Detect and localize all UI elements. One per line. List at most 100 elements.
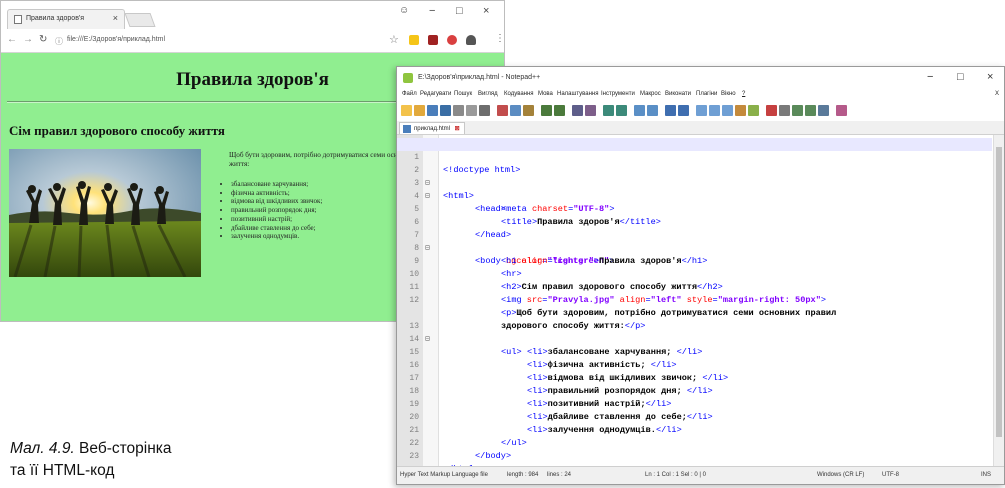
new-tab-button[interactable]: [124, 13, 156, 27]
code-line: 4 <meta charset="UTF-8">: [414, 192, 615, 214]
udl-icon[interactable]: [709, 105, 720, 116]
status-encoding: UTF-8: [882, 472, 899, 478]
code-line: 13 ⊟ <ul>: [409, 322, 522, 357]
vertical-scrollbar[interactable]: [993, 135, 1004, 468]
user-icon[interactable]: ☺: [399, 5, 409, 16]
status-lines: lines : 24: [547, 472, 572, 478]
browser-tab-title: Правила здоров'я: [26, 15, 85, 22]
extension-icon[interactable]: [409, 35, 419, 45]
code-line: 19 <li>дбайливе ставлення до себе;</li>: [409, 400, 713, 422]
code-editor[interactable]: 1 <!doctype html> 2 ⊟ <html> 3 ⊟ <head> …: [397, 135, 1004, 474]
maximize-button[interactable]: □: [456, 5, 463, 17]
undo-icon[interactable]: [541, 105, 552, 116]
menu-plugins[interactable]: Плагіни: [696, 91, 717, 97]
sync-horizontal-icon[interactable]: [647, 105, 658, 116]
zoom-out-icon[interactable]: [616, 105, 627, 116]
stop-macro-icon[interactable]: [779, 105, 790, 116]
code-line: 23 </html>: [409, 452, 479, 474]
forward-icon[interactable]: →: [23, 34, 33, 45]
status-eol: Windows (CR LF): [817, 472, 865, 478]
save-icon[interactable]: [427, 105, 438, 116]
caption-text: та її HTML-код: [10, 462, 115, 479]
code-line: 18 <li>позитивний настрій;</li>: [409, 387, 672, 409]
find-icon[interactable]: [572, 105, 583, 116]
play-macro-icon[interactable]: [792, 105, 803, 116]
menu-help[interactable]: ?: [742, 91, 745, 97]
browser-menu-icon[interactable]: ⋮: [495, 33, 504, 44]
menu-search[interactable]: Пошук: [454, 91, 472, 97]
menu-run[interactable]: Виконати: [665, 91, 691, 97]
close-tab-icon[interactable]: ×: [113, 13, 118, 23]
url-field[interactable]: file:///E:/Здоров'я/приклад.html: [67, 36, 165, 43]
folder-workspace-icon[interactable]: [748, 105, 759, 116]
zoom-in-icon[interactable]: [603, 105, 614, 116]
word-wrap-icon[interactable]: [665, 105, 676, 116]
list-item: фізична активність;: [231, 189, 322, 198]
indent-guide-icon[interactable]: [696, 105, 707, 116]
show-all-chars-icon[interactable]: [678, 105, 689, 116]
code-line: 6 </head>: [414, 218, 512, 240]
code-line: здорового способу життя:</p>: [501, 321, 646, 331]
info-icon[interactable]: ⓘ: [55, 36, 63, 47]
doc-map-icon[interactable]: [722, 105, 733, 116]
copy-icon[interactable]: [510, 105, 521, 116]
close-button[interactable]: ×: [483, 5, 489, 17]
code-line: 14 <li>збалансоване харчування; </li>: [409, 335, 703, 357]
cut-icon[interactable]: [497, 105, 508, 116]
notepad-tab-bar: приклад.html ⊠: [397, 121, 1004, 135]
paste-icon[interactable]: [523, 105, 534, 116]
code-line: 17 <li>правильний розпорядок дня; </li>: [409, 374, 713, 396]
close-button[interactable]: ×: [987, 71, 993, 83]
close-document-button[interactable]: X: [995, 91, 999, 97]
save-macro-icon[interactable]: [818, 105, 829, 116]
document-tab[interactable]: приклад.html ⊠: [399, 122, 465, 134]
menu-encoding[interactable]: Кодування: [504, 91, 534, 97]
close-all-icon[interactable]: [466, 105, 477, 116]
extension-icon[interactable]: [428, 35, 438, 45]
menu-macro[interactable]: Макрос: [640, 91, 661, 97]
print-icon[interactable]: [479, 105, 490, 116]
menu-language[interactable]: Мова: [538, 91, 553, 97]
minimize-button[interactable]: −: [927, 71, 933, 83]
scrollbar-thumb[interactable]: [996, 147, 1002, 437]
maximize-button[interactable]: □: [957, 71, 964, 83]
run-macro-multiple-icon[interactable]: [805, 105, 816, 116]
browser-tab-bar: Правила здоров'я × ☺ − □ ×: [1, 1, 504, 29]
extension-icon[interactable]: [466, 35, 476, 45]
code-line: 15 <li>фізична активність; </li>: [409, 348, 677, 370]
sync-vertical-icon[interactable]: [634, 105, 645, 116]
menu-view[interactable]: Вигляд: [478, 91, 498, 97]
code-line: 10 <h2>Сім правил здорового способу житт…: [409, 270, 723, 292]
menu-file[interactable]: Файл: [402, 91, 417, 97]
notepad-window: E:\Здоров'я\приклад.html - Notepad++ − □…: [396, 66, 1005, 485]
back-icon[interactable]: ←: [7, 34, 17, 45]
save-all-icon[interactable]: [440, 105, 451, 116]
menu-settings[interactable]: Налаштування: [557, 91, 598, 97]
function-list-icon[interactable]: [735, 105, 746, 116]
menu-tools[interactable]: Інструменти: [601, 91, 635, 97]
people-sunset-image: [9, 149, 201, 277]
redo-icon[interactable]: [554, 105, 565, 116]
close-icon[interactable]: [453, 105, 464, 116]
list-item: дбайливе ставлення до себе;: [231, 224, 322, 233]
code-line: 11 <img src="Pravyla.jpg" align="left" s…: [409, 283, 827, 305]
replace-icon[interactable]: [585, 105, 596, 116]
extension-icon[interactable]: [447, 35, 457, 45]
minimize-button[interactable]: −: [429, 5, 435, 17]
record-macro-icon[interactable]: [766, 105, 777, 116]
new-file-icon[interactable]: [401, 105, 412, 116]
close-tab-icon[interactable]: ⊠: [455, 123, 460, 135]
spell-check-icon[interactable]: [836, 105, 847, 116]
menu-window[interactable]: Вікно: [721, 91, 736, 97]
browser-tab[interactable]: Правила здоров'я ×: [7, 9, 125, 29]
open-file-icon[interactable]: [414, 105, 425, 116]
code-line: 9 <hr>: [414, 257, 522, 279]
notepad-title-bar: E:\Здоров'я\приклад.html - Notepad++ − □…: [397, 67, 1004, 89]
bookmark-star-icon[interactable]: ☆: [389, 33, 399, 46]
code-line: 20 <li>залучення однодумців.</li>: [409, 413, 682, 435]
menu-edit[interactable]: Редагувати: [420, 91, 451, 97]
code-line: 12 <p>Щоб бути здоровим, потрібно дотрим…: [409, 296, 837, 318]
code-line: 16 <li>відмова від шкідливих звичок; </l…: [409, 361, 729, 383]
reload-icon[interactable]: ↻: [39, 34, 47, 45]
code-line: 7 ⊟ <body bgcolor="lightgreen">: [414, 231, 615, 266]
